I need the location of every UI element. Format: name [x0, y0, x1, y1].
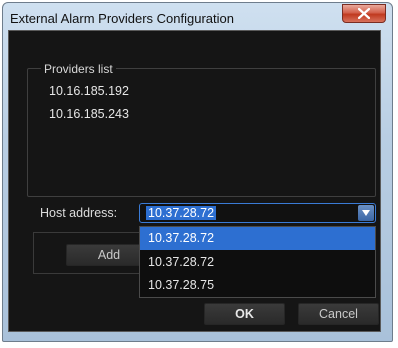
- dropdown-toggle-button[interactable]: [358, 205, 374, 221]
- dropdown-option[interactable]: 10.37.28.75: [140, 274, 375, 297]
- window-title: External Alarm Providers Configuration: [10, 11, 234, 26]
- providers-list-label: Providers list: [41, 62, 116, 76]
- close-button[interactable]: [342, 4, 386, 23]
- provider-item[interactable]: 10.16.185.192: [49, 84, 129, 98]
- cancel-button[interactable]: Cancel: [298, 303, 379, 325]
- provider-item[interactable]: 10.16.185.243: [49, 107, 129, 121]
- dropdown-option-selected[interactable]: 10.37.28.72: [140, 227, 375, 250]
- host-address-label: Host address:: [40, 206, 118, 220]
- host-address-combobox[interactable]: 10.37.28.72: [139, 203, 376, 223]
- dropdown-option[interactable]: 10.37.28.72: [140, 251, 375, 274]
- host-address-value: 10.37.28.72: [146, 206, 217, 220]
- title-bar[interactable]: External Alarm Providers Configuration: [3, 3, 392, 33]
- close-icon: [358, 8, 370, 19]
- host-address-dropdown-list: 10.37.28.72 10.37.28.72 10.37.28.75: [139, 226, 376, 298]
- chevron-down-icon: [362, 210, 370, 216]
- ok-button[interactable]: OK: [204, 303, 285, 325]
